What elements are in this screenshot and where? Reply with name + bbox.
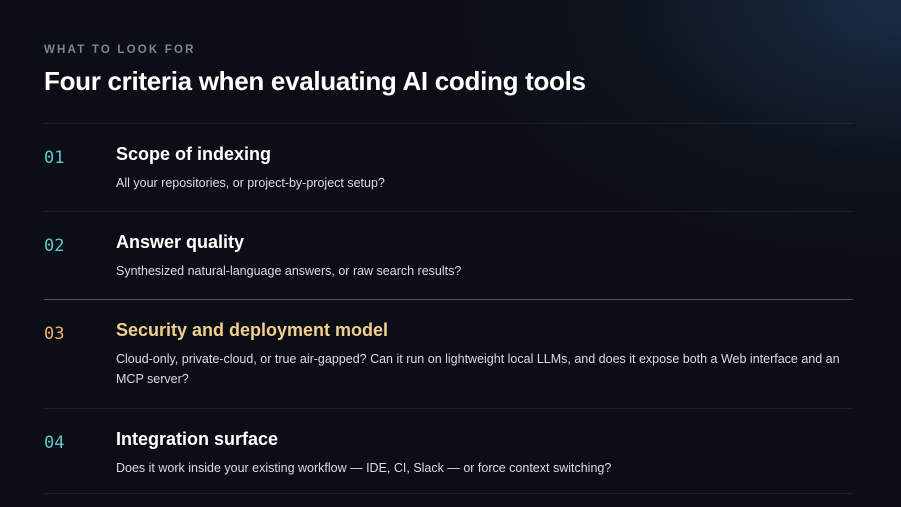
criterion-description: Synthesized natural-language answers, or… [116,264,462,278]
criterion-item-security-and-deployment: 03 Security and deployment model Cloud-o… [44,300,853,408]
criterion-title: Answer quality [116,232,245,252]
criterion-title: Integration surface [116,429,279,449]
criterion-body: Integration surface Does it work inside … [116,429,853,478]
criterion-body: Scope of indexing All your repositories,… [116,144,853,193]
criterion-item-integration-surface: 04 Integration surface Does it work insi… [44,409,853,493]
criterion-description: Does it work inside your existing workfl… [116,461,612,475]
eyebrow-label: WHAT TO LOOK FOR [44,44,196,56]
divider [44,493,853,494]
criteria-list: 01 Scope of indexing All your repositori… [44,123,853,494]
criterion-number: 01 [44,148,65,168]
criterion-number: 04 [44,433,65,453]
criterion-item-scope-of-indexing: 01 Scope of indexing All your repositori… [44,124,853,211]
criterion-item-answer-quality: 02 Answer quality Synthesized natural-la… [44,212,853,299]
criterion-number: 02 [44,236,65,256]
criterion-body: Security and deployment model Cloud-only… [116,320,853,389]
criterion-description: Cloud-only, private-cloud, or true air-g… [116,352,840,386]
criterion-description: All your repositories, or project-by-pro… [116,176,385,190]
criterion-body: Answer quality Synthesized natural-langu… [116,232,853,281]
page-title: Four criteria when evaluating AI coding … [44,66,586,96]
criteria-slide: WHAT TO LOOK FOR Four criteria when eval… [0,0,901,507]
criterion-number: 03 [44,324,65,344]
criterion-title: Security and deployment model [116,320,389,340]
criterion-title: Scope of indexing [116,144,272,164]
